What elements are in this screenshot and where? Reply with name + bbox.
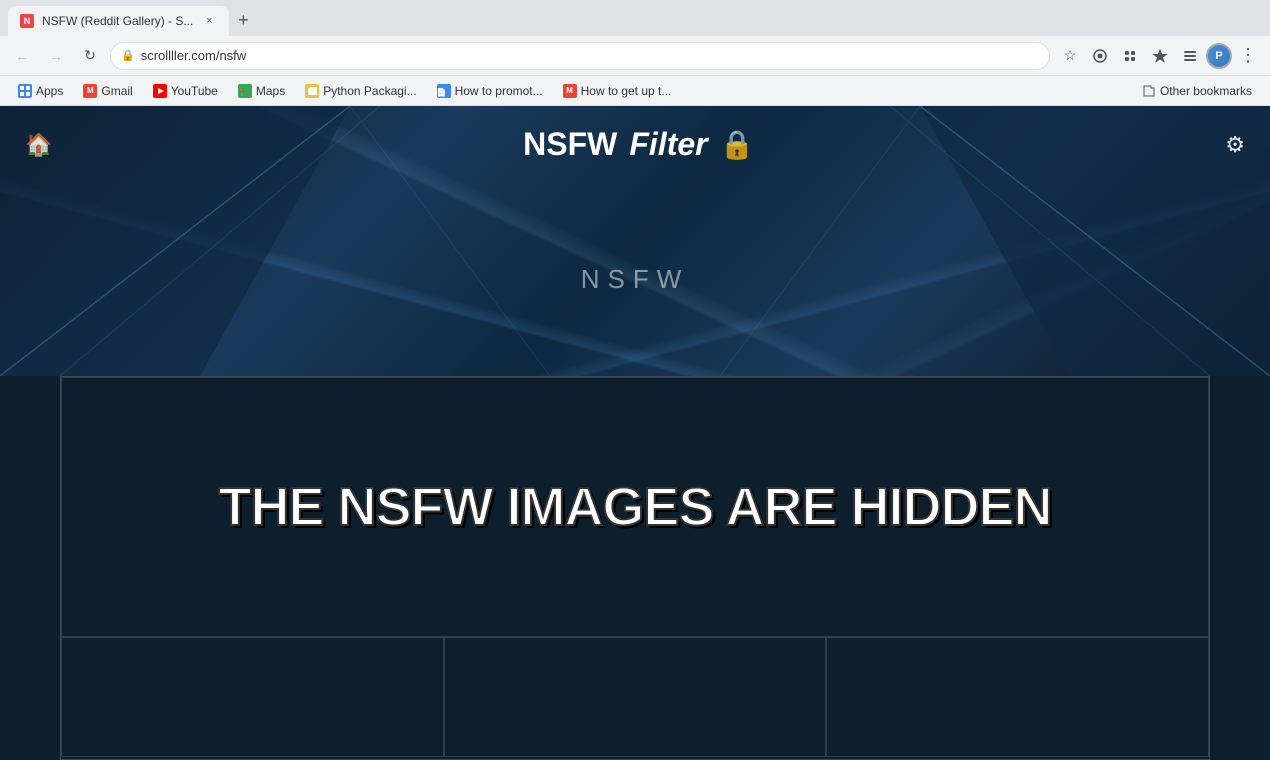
site-settings-button[interactable]: ⚙: [1225, 132, 1245, 158]
grid-bottom-right-cell: [826, 637, 1209, 757]
site-header: 🏠 NSFW Filter 🔒 ⚙ NSFW: [0, 106, 1270, 376]
reload-button[interactable]: ↻: [76, 42, 104, 70]
python-favicon: [305, 84, 319, 98]
getup-label: How to get up t...: [581, 84, 672, 98]
back-button[interactable]: ←: [8, 42, 36, 70]
site-header-nav: 🏠 NSFW Filter 🔒 ⚙: [0, 106, 1270, 183]
bookmark-gmail[interactable]: M Gmail: [75, 79, 140, 103]
bookmark-apps[interactable]: Apps: [10, 79, 71, 103]
address-bar[interactable]: 🔒 scrollller.com/nsfw: [110, 42, 1050, 70]
apps-favicon: [18, 84, 32, 98]
nav-right-icons: ☆ P ⋮: [1056, 42, 1262, 70]
grid-main-cell: THE NSFW IMAGES ARE HIDDEN: [61, 377, 1209, 637]
extension-icon-1[interactable]: [1086, 42, 1114, 70]
bookmark-promote[interactable]: 📄 How to promot...: [429, 79, 551, 103]
nsfw-word: NSFW: [523, 126, 617, 163]
bookmark-maps[interactable]: 📍 Maps: [230, 79, 293, 103]
filter-word: Filter: [629, 126, 707, 163]
bookmarks-bar: Apps M Gmail YouTube 📍 Maps Python Packa…: [0, 76, 1270, 106]
hidden-images-message: THE NSFW IMAGES ARE HIDDEN: [218, 476, 1051, 538]
url-text: scrollller.com/nsfw: [141, 48, 1039, 63]
site-header-center: NSFW: [0, 183, 1270, 376]
filter-lock-icon: 🔒: [720, 128, 755, 161]
bookmarks-right: Other bookmarks: [1134, 79, 1260, 103]
other-bookmarks-label: Other bookmarks: [1160, 84, 1252, 98]
maps-favicon: 📍: [238, 84, 252, 98]
bookmark-python[interactable]: Python Packagi...: [297, 79, 424, 103]
nsfw-filter-heading: NSFW Filter 🔒: [523, 126, 754, 163]
site-home-button[interactable]: 🏠: [25, 132, 52, 158]
gmail-favicon: M: [83, 84, 97, 98]
other-bookmarks-button[interactable]: Other bookmarks: [1134, 79, 1260, 103]
bookmark-youtube[interactable]: YouTube: [145, 79, 226, 103]
getup-favicon: M: [563, 84, 577, 98]
extensions-button[interactable]: [1176, 42, 1204, 70]
apps-label: Apps: [36, 84, 63, 98]
image-grid: THE NSFW IMAGES ARE HIDDEN: [60, 376, 1210, 760]
browser-frame: N NSFW (Reddit Gallery) - S... × + ← → ↻…: [0, 0, 1270, 760]
nav-bar: ← → ↻ 🔒 scrollller.com/nsfw ☆ P ⋮: [0, 36, 1270, 76]
profile-button[interactable]: P: [1206, 43, 1232, 69]
new-tab-button[interactable]: +: [229, 6, 257, 34]
tab-title: NSFW (Reddit Gallery) - S...: [42, 14, 193, 28]
nsfw-center-label: NSFW: [581, 264, 690, 295]
profile-initial: P: [1215, 50, 1222, 62]
extension-icon-2[interactable]: [1116, 42, 1144, 70]
tab-favicon: N: [20, 14, 34, 28]
ssl-lock-icon: 🔒: [121, 49, 135, 62]
chrome-menu-button[interactable]: ⋮: [1234, 42, 1262, 70]
tab-close-button[interactable]: ×: [201, 13, 217, 29]
website-content: 🏠 NSFW Filter 🔒 ⚙ NSFW THE NSFW IMAGES A…: [0, 106, 1270, 760]
promote-favicon: 📄: [437, 84, 451, 98]
active-tab[interactable]: N NSFW (Reddit Gallery) - S... ×: [8, 6, 229, 36]
promote-label: How to promot...: [455, 84, 543, 98]
python-label: Python Packagi...: [323, 84, 416, 98]
gmail-label: Gmail: [101, 84, 132, 98]
bookmark-getup[interactable]: M How to get up t...: [555, 79, 680, 103]
forward-button[interactable]: →: [42, 42, 70, 70]
grid-bottom-mid-cell: [444, 637, 827, 757]
grid-bottom-left-cell: [61, 637, 444, 757]
youtube-label: YouTube: [171, 84, 218, 98]
youtube-favicon: [153, 84, 167, 98]
bookmark-star-button[interactable]: ☆: [1056, 42, 1084, 70]
maps-label: Maps: [256, 84, 285, 98]
extension-icon-3[interactable]: [1146, 42, 1174, 70]
tab-bar: N NSFW (Reddit Gallery) - S... × +: [0, 0, 1270, 36]
